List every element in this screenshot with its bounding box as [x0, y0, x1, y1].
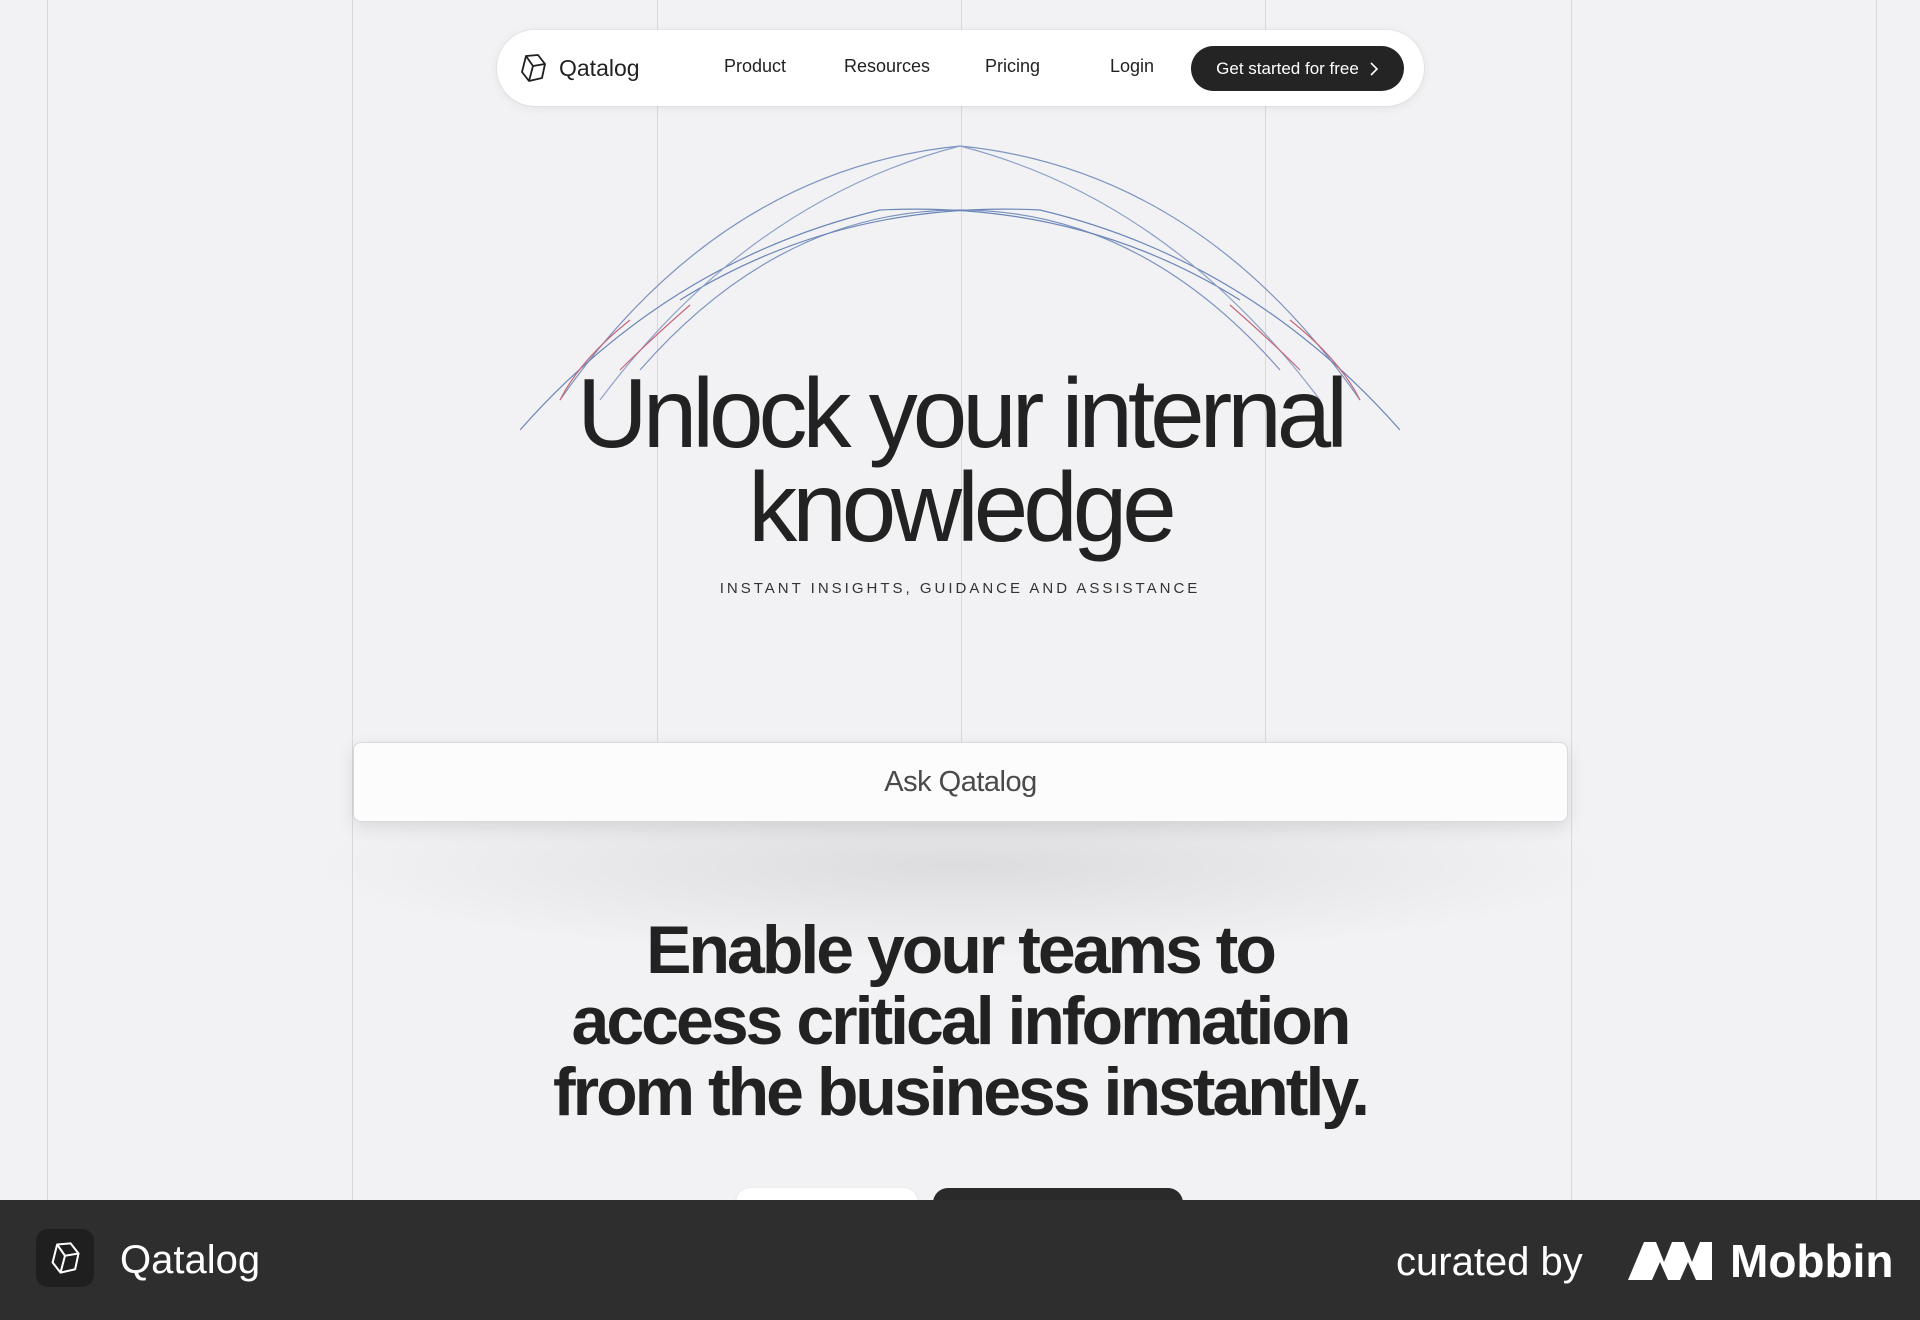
ask-qatalog-input[interactable]: Ask Qatalog [353, 742, 1568, 822]
attribution-bar: Qatalog curated by Mobbin [0, 1200, 1920, 1320]
nav-link-pricing[interactable]: Pricing [985, 56, 1040, 77]
grid-line [1571, 0, 1572, 1200]
section-heading-line-1: Enable your teams to [646, 912, 1277, 988]
brand-name: Qatalog [559, 54, 640, 81]
section-heading-line-2: access critical information [571, 983, 1352, 1059]
grid-line [352, 0, 353, 1200]
top-navigation: Qatalog Product Resources Pricing Login … [497, 30, 1424, 106]
section-heading-line-3: from the business instantly. [552, 1054, 1370, 1130]
footer-app-name: Qatalog [120, 1238, 261, 1282]
hero-title: Unlock your internal knowledge [460, 364, 1460, 556]
nav-link-product[interactable]: Product [724, 56, 786, 77]
primary-button[interactable] [933, 1188, 1183, 1200]
curated-by-text: curated by [1396, 1240, 1583, 1284]
login-link[interactable]: Login [1110, 56, 1154, 77]
get-started-label: Get started for free [1216, 58, 1359, 78]
qatalog-hexagon-icon [521, 54, 546, 82]
qatalog-hexagon-icon [51, 1242, 80, 1274]
grid-line [47, 0, 48, 1200]
secondary-button[interactable] [736, 1188, 918, 1200]
hero-title-line-2: knowledge [748, 452, 1177, 562]
nav-link-resources[interactable]: Resources [844, 56, 930, 77]
mobbin-brand-text: Mobbin [1730, 1235, 1894, 1287]
grid-line [1876, 0, 1877, 1200]
landing-page: Qatalog Product Resources Pricing Login … [0, 0, 1920, 1200]
get-started-button[interactable]: Get started for free [1191, 46, 1404, 91]
hero-subtitle: INSTANT INSIGHTS, GUIDANCE AND ASSISTANC… [719, 580, 1201, 597]
mobbin-logo-icon [1628, 1242, 1712, 1280]
app-icon [36, 1229, 94, 1287]
ask-qatalog-label: Ask Qatalog [884, 765, 1037, 798]
chevron-right-icon [1370, 61, 1378, 76]
brand-logo[interactable]: Qatalog [517, 52, 640, 84]
section-heading: Enable your teams to access critical inf… [510, 915, 1410, 1128]
